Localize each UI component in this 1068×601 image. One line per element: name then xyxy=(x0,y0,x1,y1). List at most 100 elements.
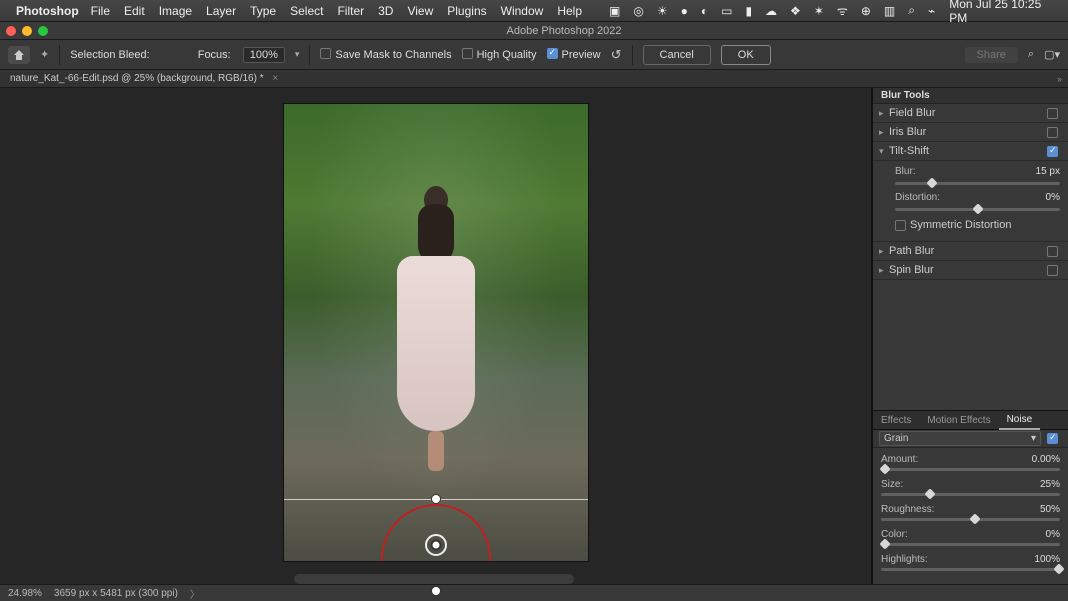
menu-filter[interactable]: Filter xyxy=(337,4,364,18)
search-icon[interactable]: ⌕ xyxy=(908,3,915,18)
status-icon[interactable]: ▮ xyxy=(745,4,752,18)
noise-enable-checkbox[interactable] xyxy=(1047,433,1058,444)
horizontal-scrollbar[interactable] xyxy=(294,574,574,584)
menu-type[interactable]: Type xyxy=(250,4,276,18)
highlights-value[interactable]: 100% xyxy=(1034,554,1060,565)
status-icon[interactable]: ☁ xyxy=(765,4,777,18)
color-slider[interactable] xyxy=(881,543,1060,546)
noise-type-dropdown[interactable]: Grain▾ xyxy=(879,431,1041,446)
blur-value[interactable]: 15 px xyxy=(1036,166,1060,177)
symmetric-distortion-checkbox[interactable] xyxy=(895,220,906,231)
status-icon[interactable]: ▥ xyxy=(884,4,895,18)
status-icon[interactable]: ▭ xyxy=(721,4,732,18)
menu-image[interactable]: Image xyxy=(159,4,192,18)
blur-tools-header: Blur Tools xyxy=(873,88,1068,104)
share-button[interactable]: Share xyxy=(965,47,1018,63)
symmetric-distortion-label: Symmetric Distortion xyxy=(910,219,1011,231)
color-value[interactable]: 0% xyxy=(1046,529,1060,540)
search-icon[interactable]: ⌕ xyxy=(1028,48,1034,61)
spin-blur-checkbox[interactable] xyxy=(1047,265,1058,276)
window-titlebar: Adobe Photoshop 2022 xyxy=(0,22,1068,40)
highlights-slider[interactable] xyxy=(881,568,1060,571)
app-menu[interactable]: Photoshop xyxy=(16,4,79,18)
spin-blur-row[interactable]: ▸ Spin Blur xyxy=(873,261,1068,280)
menu-edit[interactable]: Edit xyxy=(124,4,145,18)
caret-right-icon: ▸ xyxy=(879,246,889,257)
menubar-clock[interactable]: Mon Jul 25 10:25 PM xyxy=(949,0,1060,25)
focus-label: Focus: xyxy=(198,49,231,61)
status-icon[interactable]: ◎ xyxy=(633,4,643,18)
status-flyout-icon[interactable]: 〉 xyxy=(190,586,200,601)
tilt-shift-checkbox[interactable] xyxy=(1047,146,1058,157)
size-value[interactable]: 25% xyxy=(1040,479,1060,490)
home-button[interactable] xyxy=(8,46,30,64)
effects-panel-tabs: Effects Motion Effects Noise xyxy=(873,410,1068,430)
close-tab-icon[interactable]: × xyxy=(272,73,278,84)
noise-type-value: Grain xyxy=(884,433,908,444)
menu-plugins[interactable]: Plugins xyxy=(447,4,486,18)
menu-file[interactable]: File xyxy=(91,4,110,18)
distortion-value[interactable]: 0% xyxy=(1046,192,1060,203)
workspace-switcher-icon[interactable]: ▢▾ xyxy=(1044,48,1060,61)
path-blur-row[interactable]: ▸ Path Blur xyxy=(873,242,1068,261)
status-icon[interactable]: ☀ xyxy=(657,4,668,18)
zoom-level[interactable]: 24.98% xyxy=(8,588,42,599)
cancel-button[interactable]: Cancel xyxy=(643,45,711,65)
preview-checkbox[interactable] xyxy=(547,48,558,59)
focus-input[interactable]: 100% xyxy=(243,47,285,63)
blur-slider[interactable] xyxy=(895,182,1060,185)
tool-preset-icon[interactable]: ✦ xyxy=(40,48,49,61)
roughness-value[interactable]: 50% xyxy=(1040,504,1060,515)
accordion-label: Spin Blur xyxy=(889,264,934,276)
control-center-icon[interactable]: ⌁ xyxy=(928,4,935,18)
wifi-icon[interactable]: ᯤ xyxy=(837,2,848,19)
high-quality-checkbox[interactable] xyxy=(462,48,473,59)
distortion-slider[interactable] xyxy=(895,208,1060,211)
window-close-button[interactable] xyxy=(6,26,16,36)
menu-help[interactable]: Help xyxy=(557,4,582,18)
field-blur-checkbox[interactable] xyxy=(1047,108,1058,119)
menu-window[interactable]: Window xyxy=(501,4,544,18)
status-icon[interactable]: ● xyxy=(681,4,688,18)
size-slider[interactable] xyxy=(881,493,1060,496)
menu-view[interactable]: View xyxy=(407,4,433,18)
tiltshift-center-pin[interactable] xyxy=(425,534,447,556)
roughness-slider[interactable] xyxy=(881,518,1060,521)
accordion-label: Tilt-Shift xyxy=(889,145,929,157)
iris-blur-checkbox[interactable] xyxy=(1047,127,1058,138)
status-icon[interactable]: ▣ xyxy=(609,4,620,18)
status-icon[interactable]: ⊕ xyxy=(861,4,871,18)
tab-motion-effects[interactable]: Motion Effects xyxy=(919,412,998,429)
color-label: Color: xyxy=(881,529,1046,540)
path-blur-checkbox[interactable] xyxy=(1047,246,1058,257)
tab-effects[interactable]: Effects xyxy=(873,412,919,429)
tab-noise[interactable]: Noise xyxy=(999,411,1041,430)
macos-menubar: Photoshop File Edit Image Layer Type Sel… xyxy=(0,0,1068,22)
menu-layer[interactable]: Layer xyxy=(206,4,236,18)
window-maximize-button[interactable] xyxy=(38,26,48,36)
tiltshift-handle[interactable] xyxy=(432,495,440,503)
tab-overflow-icon[interactable]: » xyxy=(1057,74,1062,84)
menu-select[interactable]: Select xyxy=(290,4,323,18)
save-mask-checkbox[interactable] xyxy=(320,48,331,59)
tilt-shift-row[interactable]: ▾ Tilt-Shift xyxy=(873,142,1068,161)
reset-icon[interactable]: ↺ xyxy=(611,47,622,63)
tilt-shift-body: Blur:15 px Distortion:0% Symmetric Disto… xyxy=(873,161,1068,242)
ok-button[interactable]: OK xyxy=(721,45,771,65)
focus-dropdown-icon[interactable]: ▾ xyxy=(295,49,300,60)
tiltshift-handle[interactable] xyxy=(432,587,440,595)
menu-3d[interactable]: 3D xyxy=(378,4,393,18)
amount-value[interactable]: 0.00% xyxy=(1032,454,1060,465)
iris-blur-row[interactable]: ▸ Iris Blur xyxy=(873,123,1068,142)
canvas-area[interactable] xyxy=(0,88,872,584)
status-icon[interactable]: ✶ xyxy=(814,4,824,18)
document-tab[interactable]: nature_Kat_-66-Edit.psd @ 25% (backgroun… xyxy=(10,73,288,84)
status-icon[interactable]: ❖ xyxy=(790,4,801,18)
amount-slider[interactable] xyxy=(881,468,1060,471)
status-icon[interactable]: ◐ xyxy=(701,4,708,18)
window-title: Adobe Photoshop 2022 xyxy=(60,25,1068,37)
window-minimize-button[interactable] xyxy=(22,26,32,36)
document-image[interactable] xyxy=(284,104,588,561)
highlights-label: Highlights: xyxy=(881,554,1034,565)
field-blur-row[interactable]: ▸ Field Blur xyxy=(873,104,1068,123)
